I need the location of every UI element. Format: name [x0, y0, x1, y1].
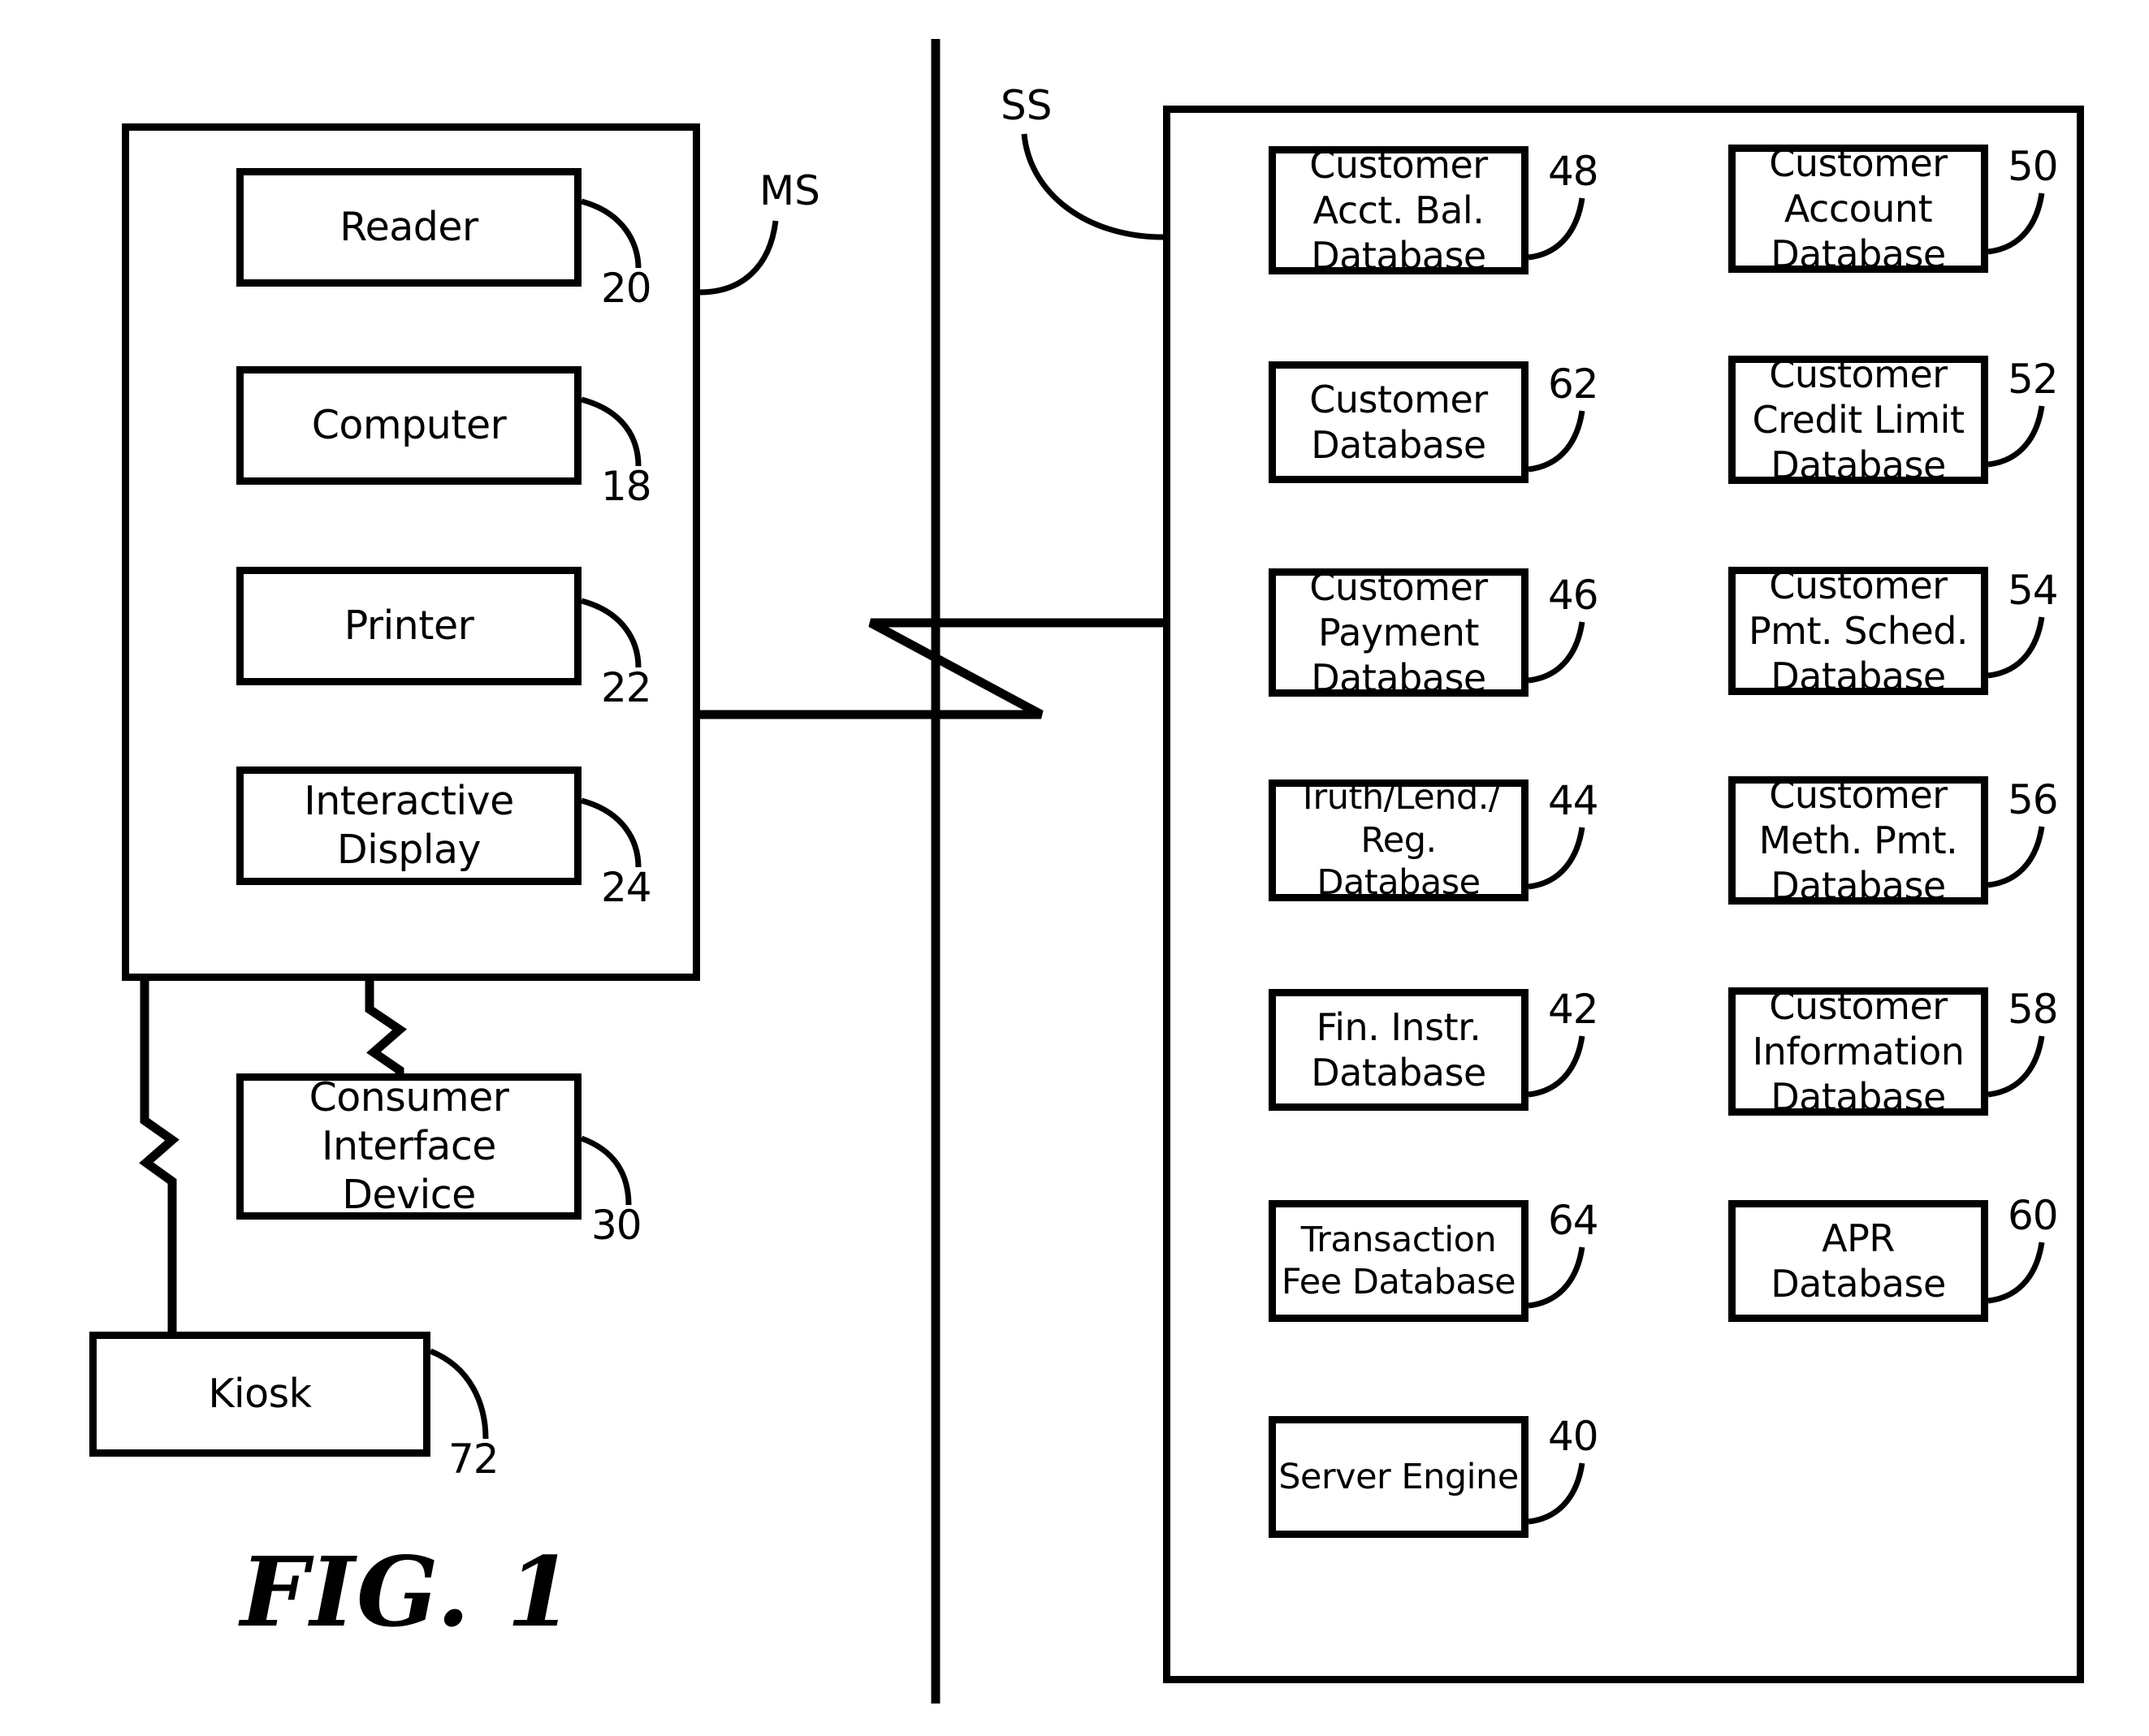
customer-information-database-ref-number: 58 — [2008, 986, 2059, 1033]
customer-credit-limit-database-box: Customer Credit Limit Database — [1728, 352, 1988, 487]
leader-72 — [429, 1348, 489, 1440]
interactive-display-box-label: Interactive Display — [304, 778, 514, 873]
customer-acct-bal-database-ref-number: 48 — [1548, 148, 1599, 195]
customer-meth-pmt-database-box: Customer Meth. Pmt. Database — [1728, 773, 1988, 908]
truth-lend-reg-database-ref-number: 44 — [1548, 777, 1599, 824]
customer-meth-pmt-database-label: Customer Meth. Pmt. Database — [1758, 772, 1958, 909]
transaction-fee-database-box: Transaction Fee Database — [1269, 1200, 1529, 1322]
transaction-fee-database-ref-number: 64 — [1548, 1197, 1599, 1244]
customer-account-database-box: Customer Account Database — [1728, 141, 1988, 276]
consumer-interface-device-ref-number: 30 — [591, 1202, 642, 1249]
apr-database-label: APR Database — [1771, 1216, 1946, 1306]
truth-lend-reg-database-label: Truth/Lend./ Reg. Database — [1297, 777, 1500, 904]
consumer-interface-device-box: Consumer Interface Device — [236, 1073, 582, 1220]
merchant-system-label: MS — [759, 167, 820, 214]
interactive-display-ref-number: 24 — [601, 864, 652, 911]
transaction-fee-database-label: Transaction Fee Database — [1281, 1219, 1516, 1302]
apr-database-ref-number: 60 — [2008, 1192, 2059, 1239]
server-engine-ref-number: 40 — [1548, 1413, 1599, 1460]
customer-account-database-label: Customer Account Database — [1769, 140, 1948, 277]
leader-30 — [580, 1135, 632, 1206]
customer-database-label: Customer Database — [1309, 377, 1488, 467]
server-system-label: SS — [1001, 82, 1053, 129]
server-engine-label: Server Engine — [1278, 1456, 1519, 1497]
computer-ref-number: 18 — [601, 463, 652, 510]
customer-account-database-ref-number: 50 — [2008, 143, 2059, 190]
customer-payment-database-box: Customer Payment Database — [1269, 565, 1529, 700]
fin-instr-database-label: Fin. Instr. Database — [1311, 1004, 1486, 1095]
truth-lend-reg-database-box: Truth/Lend./ Reg. Database — [1269, 777, 1529, 904]
customer-payment-database-label: Customer Payment Database — [1309, 564, 1488, 701]
reader-ref-number: 20 — [601, 265, 652, 312]
customer-pmt-sched-database-box: Customer Pmt. Sched. Database — [1728, 564, 1988, 698]
customer-information-database-label: Customer Information Database — [1752, 983, 1965, 1120]
kiosk-ref-number: 72 — [448, 1436, 499, 1483]
customer-meth-pmt-database-ref-number: 56 — [2008, 776, 2059, 823]
figure-caption: FIG. 1 — [240, 1535, 575, 1648]
customer-payment-database-ref-number: 46 — [1548, 572, 1599, 619]
computer-box: Computer — [236, 366, 582, 485]
patent-figure-1: MS Reader 20 Computer 18 Printer 22 Inte… — [0, 0, 2149, 1736]
apr-database-box: APR Database — [1728, 1200, 1988, 1322]
server-engine-box: Server Engine — [1269, 1416, 1529, 1538]
consumer-interface-device-box-label: Consumer Interface Device — [309, 1074, 509, 1218]
customer-pmt-sched-database-label: Customer Pmt. Sched. Database — [1748, 563, 1969, 699]
customer-information-database-box: Customer Information Database — [1728, 984, 1988, 1119]
ms-leader-line — [699, 220, 779, 296]
ss-leader-line — [1021, 133, 1164, 240]
fin-instr-database-box: Fin. Instr. Database — [1269, 989, 1529, 1111]
customer-pmt-sched-database-ref-number: 54 — [2008, 567, 2059, 614]
fin-instr-database-ref-number: 42 — [1548, 986, 1599, 1033]
kiosk-connection-line — [139, 978, 179, 1332]
customer-database-ref-number: 62 — [1548, 361, 1599, 408]
reader-box-label: Reader — [339, 204, 478, 251]
customer-acct-bal-database-box: Customer Acct. Bal. Database — [1269, 143, 1529, 278]
kiosk-box: Kiosk — [89, 1332, 430, 1457]
reader-box: Reader — [236, 168, 582, 287]
kiosk-box-label: Kiosk — [208, 1371, 312, 1418]
customer-acct-bal-database-label: Customer Acct. Bal. Database — [1309, 142, 1488, 279]
printer-ref-number: 22 — [601, 664, 652, 711]
customer-database-box: Customer Database — [1269, 361, 1529, 483]
computer-box-label: Computer — [311, 402, 507, 449]
printer-box: Printer — [236, 567, 582, 685]
interactive-display-box: Interactive Display — [236, 767, 582, 885]
customer-credit-limit-database-ref-number: 52 — [2008, 356, 2059, 403]
consumer-interface-connection-line — [365, 978, 407, 1074]
printer-box-label: Printer — [344, 602, 474, 650]
customer-credit-limit-database-label: Customer Credit Limit Database — [1752, 352, 1965, 488]
